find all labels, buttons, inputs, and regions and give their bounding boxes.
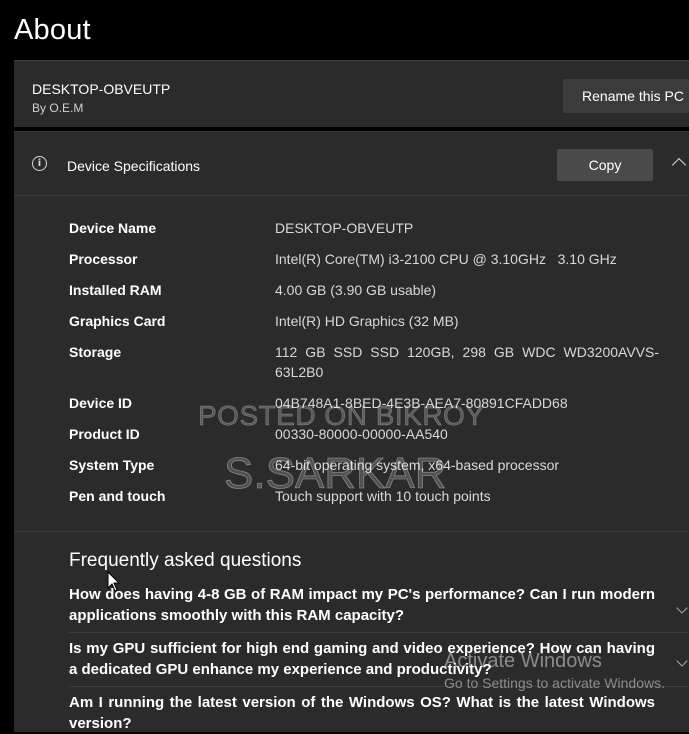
page-title: About	[14, 14, 91, 46]
spec-label: Device Name	[69, 220, 157, 236]
mouse-cursor-icon	[107, 571, 121, 592]
spec-label: Product ID	[69, 426, 140, 442]
chevron-up-icon[interactable]	[671, 157, 687, 173]
faq-item[interactable]: Am I running the latest version of the W…	[69, 692, 655, 734]
rename-pc-button[interactable]: Rename this PC	[563, 79, 689, 113]
device-specifications-title: Device Specifications	[67, 158, 201, 174]
header-divider	[14, 195, 689, 196]
faq-title: Frequently asked questions	[69, 550, 302, 571]
spec-value[interactable]: DESKTOP-OBVEUTP	[275, 218, 659, 238]
pc-name-card: DESKTOP-OBVEUTP By O.E.M Rename this PC	[14, 60, 689, 127]
spec-label: Storage	[69, 344, 122, 360]
faq-item[interactable]: How does having 4-8 GB of RAM impact my …	[69, 584, 655, 626]
spec-label: Processor	[69, 251, 138, 267]
watermark-seller: S.SARKAR	[224, 449, 447, 499]
spec-value[interactable]: Intel(R) HD Graphics (32 MB)	[275, 311, 659, 331]
spec-label: System Type	[69, 457, 155, 473]
spec-value[interactable]: 112 GB SSD SSD 120GB, 298 GB WDC WD3200A…	[275, 342, 659, 382]
activate-windows-subtitle: Go to Settings to activate Windows.	[444, 675, 665, 691]
spec-value[interactable]: Intel(R) Core(TM) i3-2100 CPU @ 3.10GHz …	[275, 249, 659, 269]
spec-label: Graphics Card	[69, 313, 166, 329]
pc-name: DESKTOP-OBVEUTP	[32, 81, 171, 97]
chevron-down-icon[interactable]	[676, 655, 688, 667]
spec-label: Pen and touch	[69, 488, 166, 504]
faq-divider	[69, 632, 689, 633]
activate-windows-title: Activate Windows	[444, 650, 602, 672]
info-icon: i	[32, 156, 47, 171]
spec-label: Device ID	[69, 395, 133, 411]
copy-button[interactable]: Copy	[557, 149, 653, 181]
spec-value[interactable]: 4.00 GB (3.90 GB usable)	[275, 280, 659, 300]
specs-divider	[14, 531, 689, 532]
spec-label: Installed RAM	[69, 282, 162, 298]
watermark-posted: POSTED ON BIKROY	[198, 400, 485, 432]
device-specifications-header[interactable]: i Device Specifications Copy	[14, 132, 689, 194]
pc-manufacturer: By O.E.M	[32, 101, 84, 115]
chevron-down-icon[interactable]	[676, 602, 688, 614]
